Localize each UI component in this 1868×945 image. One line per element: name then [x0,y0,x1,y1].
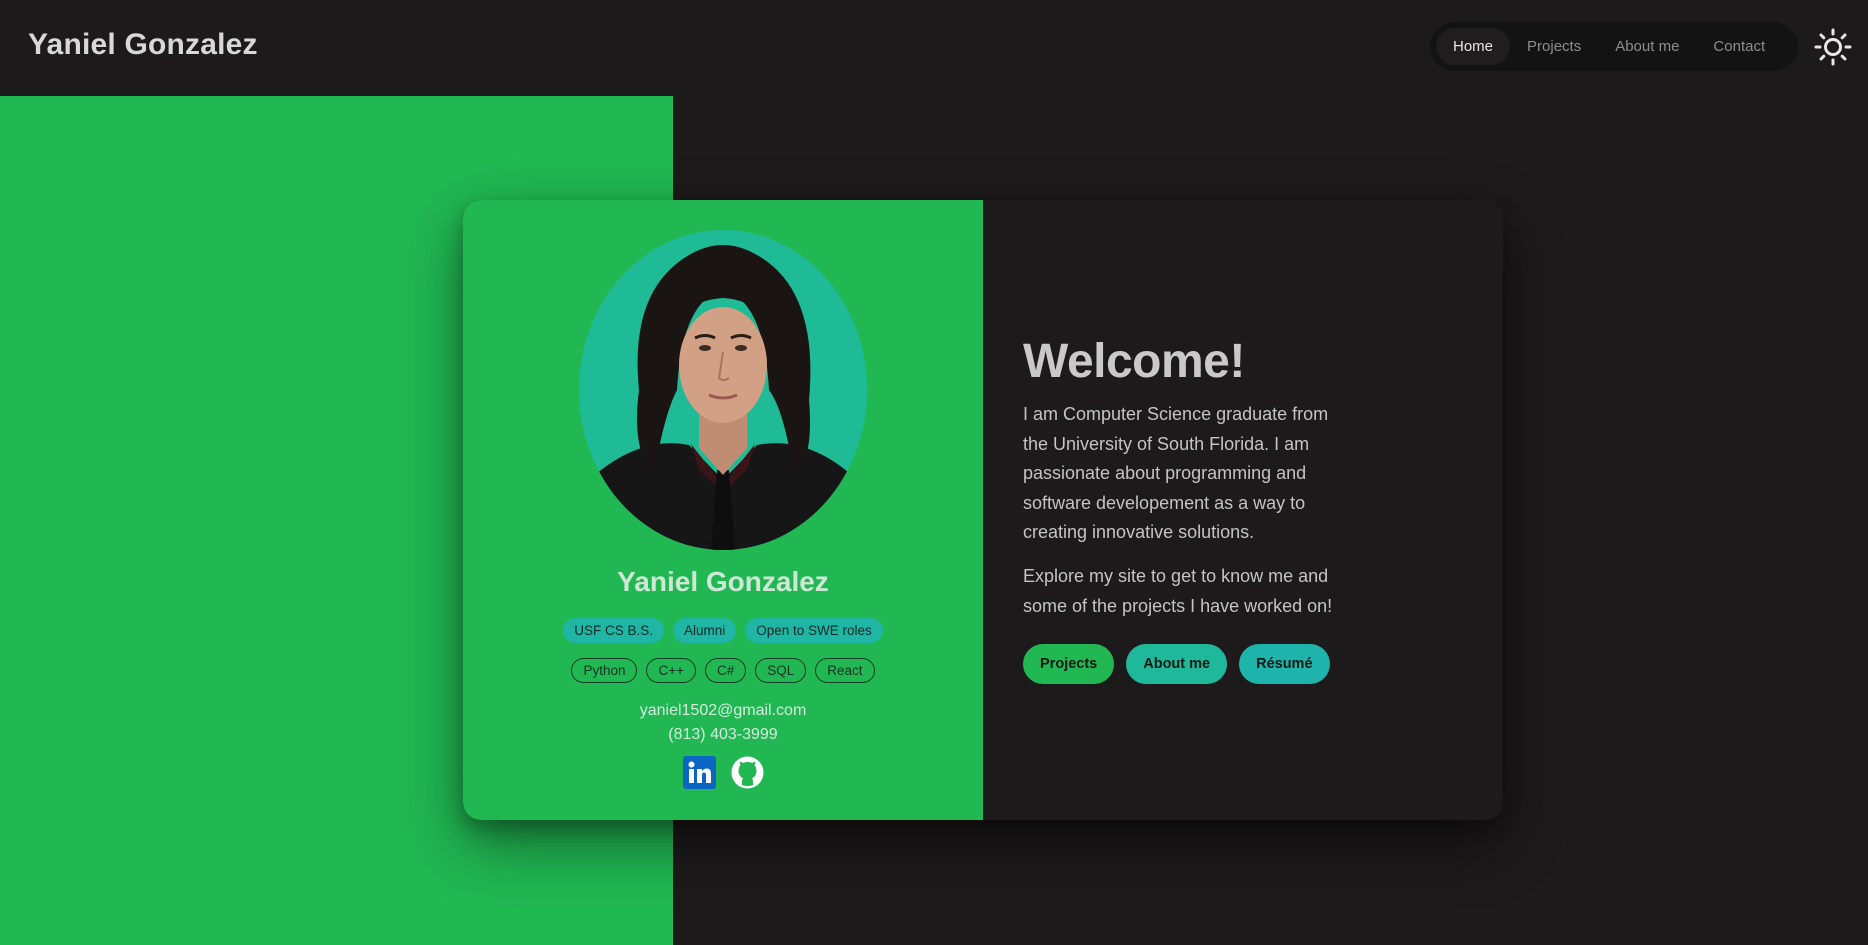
skill-tags: Python C++ C# SQL React [463,658,983,683]
phone-number: (813) 403-3999 [668,726,778,743]
email-link[interactable]: yaniel1502@gmail.com [463,702,983,720]
skill-tag: C# [705,658,747,683]
nav-item-home[interactable]: Home [1436,28,1511,65]
profile-card: Yaniel Gonzalez USF CS B.S. Alumni Open … [463,200,1503,820]
projects-button[interactable]: Projects [1023,644,1115,684]
social-links [463,756,983,789]
profile-name: Yaniel Gonzalez [617,566,829,597]
linkedin-icon [682,756,716,789]
nav-menu: Home Projects About me Contact [1430,22,1798,71]
nav-item-contact[interactable]: Contact [1696,28,1782,65]
skill-tag: Python [571,658,638,683]
welcome-panel: Welcome! I am Computer Science graduate … [983,200,1503,820]
status-badge: Alumni [672,618,737,643]
welcome-heading: Welcome! [1023,335,1245,388]
nav-item-projects[interactable]: Projects [1510,28,1598,65]
skill-tag: SQL [755,658,807,683]
nav-item-about-me[interactable]: About me [1598,28,1696,65]
cta-buttons: Projects About me Résumé [1023,644,1330,684]
sun-icon [1814,28,1852,66]
status-badge: USF CS B.S. [563,618,664,643]
site-title[interactable]: Yaniel Gonzalez [28,28,258,62]
explore-paragraph: Explore my site to get to know me and so… [1023,566,1333,616]
top-navbar: Yaniel Gonzalez Home Projects About me C… [0,0,1868,96]
linkedin-link[interactable] [682,756,716,789]
about-me-button[interactable]: About me [1126,644,1228,684]
profile-panel: Yaniel Gonzalez USF CS B.S. Alumni Open … [463,200,983,820]
status-badge: Open to SWE roles [745,618,883,643]
status-badges: USF CS B.S. Alumni Open to SWE roles [463,618,983,643]
skill-tag: C++ [646,658,696,683]
github-link[interactable] [731,756,764,789]
github-icon [731,756,763,789]
skill-tag: React [815,658,875,683]
avatar [579,230,867,550]
theme-toggle-button[interactable] [1813,27,1853,67]
resume-button[interactable]: Résumé [1239,644,1330,684]
intro-paragraph: I am Computer Science graduate from the … [1023,404,1329,542]
